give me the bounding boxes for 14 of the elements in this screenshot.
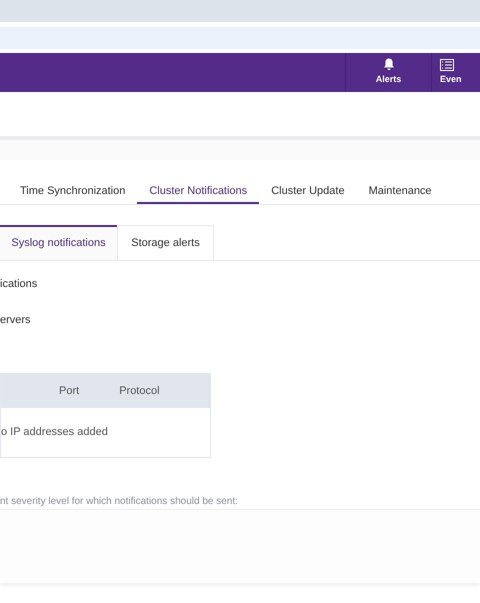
servers-label: ervers — [0, 312, 31, 328]
tab[interactable]: Maintenance — [356, 182, 444, 204]
empty-message: o IP addresses added — [1, 425, 108, 440]
list-icon — [440, 58, 454, 71]
column-header: Port — [59, 384, 80, 399]
tab[interactable]: Time Synchronization — [8, 182, 138, 204]
column-header: Protocol — [119, 384, 160, 399]
tab[interactable]: Cluster Notifications — [137, 182, 260, 204]
subtab[interactable]: Storage alerts — [117, 225, 214, 260]
section-label: ications — [0, 277, 38, 292]
tab[interactable]: Cluster Update — [259, 182, 357, 204]
severity-text: nt severity level for which notifications should be sent: — [0, 495, 238, 509]
subtab[interactable]: Syslog notifications — [0, 225, 117, 260]
bell-icon — [382, 58, 394, 72]
